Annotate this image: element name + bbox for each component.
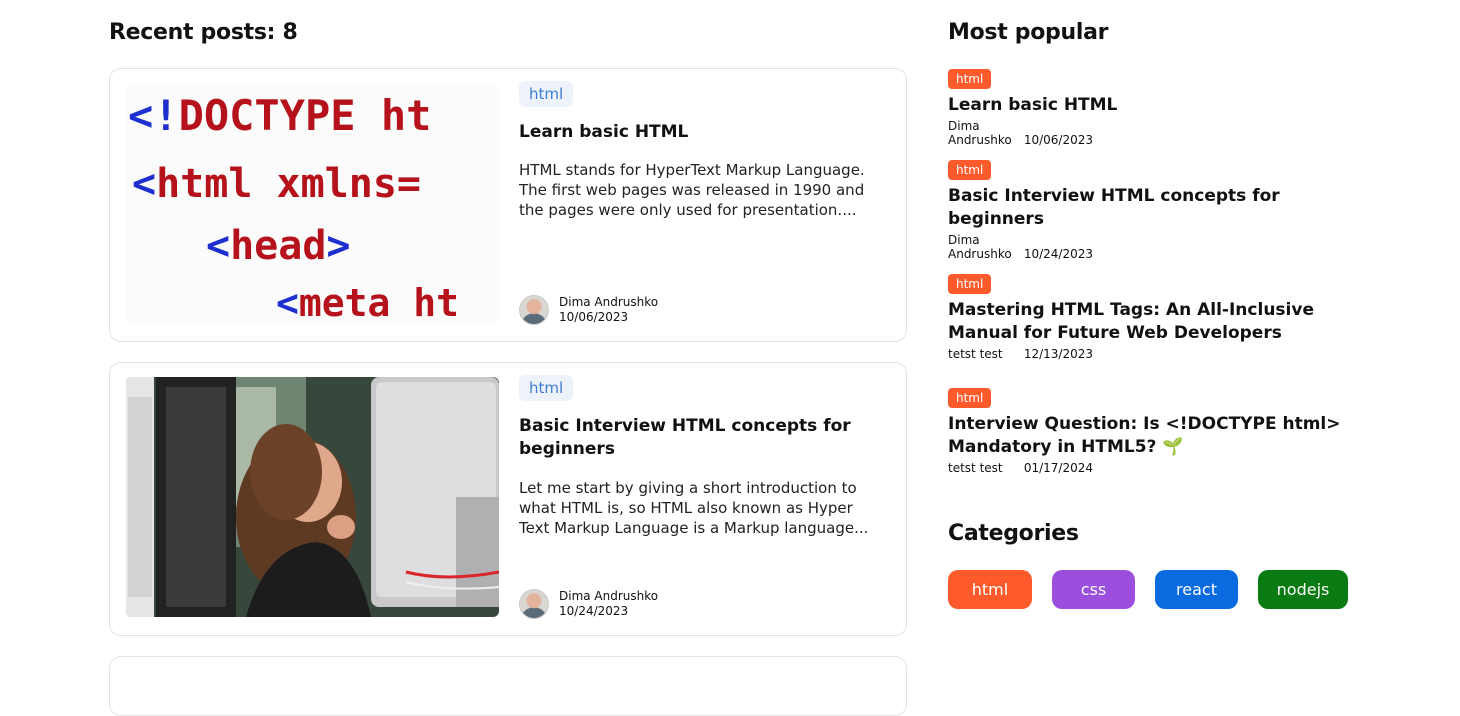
code-line: <meta ht: [276, 281, 460, 323]
office-photo: [126, 377, 499, 617]
popular-tag[interactable]: html: [948, 274, 992, 294]
author-name: Dima Andrushko: [948, 119, 1012, 147]
code-line: <!DOCTYPE ht: [128, 91, 432, 140]
post-date: 01/17/2024: [1023, 461, 1093, 475]
post-card[interactable]: <!DOCTYPE ht <html xmlns= <head> <meta h…: [109, 68, 907, 342]
post-card[interactable]: html Basic Interview HTML concepts for b…: [109, 362, 907, 636]
popular-meta: Dima Andrushko 10/24/2023: [948, 233, 1348, 261]
code-line: <html xmlns=: [132, 161, 422, 207]
post-description: HTML stands for HyperText Markup Languag…: [519, 161, 865, 219]
category-css-button[interactable]: css: [1052, 570, 1135, 609]
post-date: 12/13/2023: [1023, 347, 1093, 361]
author-name: Dima Andrushko: [948, 233, 1012, 261]
popular-meta: Dima Andrushko 10/06/2023: [948, 119, 1348, 147]
post-date: 10/24/2023: [1023, 247, 1093, 261]
categories-heading: Categories: [948, 521, 1079, 546]
recent-posts-heading: Recent posts: 8: [109, 20, 298, 45]
popular-item[interactable]: html Basic Interview HTML concepts for b…: [948, 159, 1348, 261]
category-html-button[interactable]: html: [948, 570, 1032, 609]
popular-title[interactable]: Mastering HTML Tags: An All-Inclusive Ma…: [948, 299, 1348, 345]
author-name: tetst test: [948, 461, 1003, 475]
popular-item[interactable]: html Interview Question: Is <!DOCTYPE ht…: [948, 387, 1348, 475]
popular-item[interactable]: html Mastering HTML Tags: An All-Inclusi…: [948, 273, 1348, 361]
post-title[interactable]: Learn basic HTML: [519, 121, 889, 144]
author-name: Dima Andrushko: [559, 589, 659, 603]
post-thumbnail[interactable]: [126, 377, 499, 617]
avatar: [519, 295, 549, 325]
popular-tag[interactable]: html: [948, 69, 992, 89]
post-author: Dima Andrushko 10/06/2023: [519, 295, 819, 325]
category-react-button[interactable]: react: [1155, 570, 1238, 609]
post-tag[interactable]: html: [519, 375, 574, 401]
post-tag[interactable]: html: [519, 81, 574, 107]
author-name: Dima Andrushko: [559, 295, 659, 309]
popular-title[interactable]: Learn basic HTML: [948, 94, 1348, 117]
most-popular-heading: Most popular: [948, 20, 1109, 45]
post-description: Let me start by giving a short introduct…: [519, 479, 869, 537]
popular-item[interactable]: html Learn basic HTML Dima Andrushko 10/…: [948, 68, 1348, 147]
post-card[interactable]: [109, 656, 907, 716]
category-nodejs-button[interactable]: nodejs: [1258, 570, 1348, 609]
post-date: 10/06/2023: [1023, 133, 1093, 147]
popular-title[interactable]: Interview Question: Is <!DOCTYPE html> M…: [948, 413, 1348, 459]
post-date: 10/06/2023: [559, 310, 629, 324]
post-author: Dima Andrushko 10/24/2023: [519, 589, 819, 619]
code-line: <head>: [206, 223, 351, 269]
popular-tag[interactable]: html: [948, 388, 992, 408]
avatar: [519, 589, 549, 619]
popular-title[interactable]: Basic Interview HTML concepts for beginn…: [948, 185, 1348, 231]
popular-meta: tetst test 01/17/2024: [948, 461, 1348, 475]
author-name: tetst test: [948, 347, 1003, 361]
popular-tag[interactable]: html: [948, 160, 992, 180]
post-date: 10/24/2023: [559, 604, 629, 618]
popular-meta: tetst test 12/13/2023: [948, 347, 1348, 361]
post-title[interactable]: Basic Interview HTML concepts for beginn…: [519, 415, 889, 461]
post-thumbnail[interactable]: <!DOCTYPE ht <html xmlns= <head> <meta h…: [126, 83, 499, 323]
